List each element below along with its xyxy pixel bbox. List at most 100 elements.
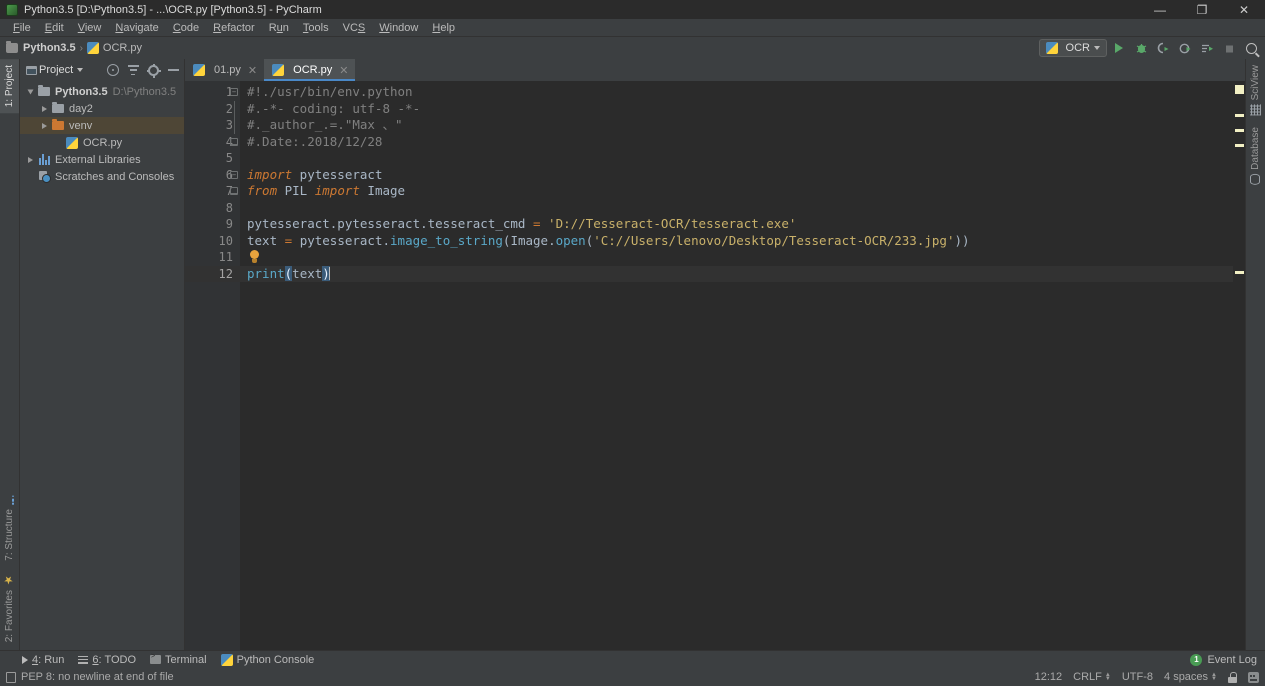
run-with-console-icon[interactable] bbox=[1197, 39, 1217, 57]
debug-icon[interactable] bbox=[1131, 39, 1151, 57]
sidebar-item-database[interactable]: Database bbox=[1247, 121, 1264, 191]
fold-region-end-icon[interactable] bbox=[228, 183, 240, 200]
menu-help[interactable]: Help bbox=[425, 19, 462, 37]
line-separator-label: CRLF bbox=[1073, 671, 1102, 683]
code-line-12: print(text) bbox=[240, 265, 1233, 282]
inspection-icon bbox=[6, 671, 16, 683]
expand-arrow-icon[interactable] bbox=[24, 156, 37, 163]
sidebar-item-project[interactable]: 1: Project bbox=[0, 59, 19, 114]
editor-marker-bar[interactable] bbox=[1233, 81, 1245, 650]
sidebar-item-sciview[interactable]: SciView bbox=[1247, 59, 1264, 121]
lock-icon[interactable] bbox=[1228, 671, 1237, 683]
warning-marker[interactable] bbox=[1235, 129, 1244, 132]
menu-navigate[interactable]: Navigate bbox=[108, 19, 165, 37]
menu-vcs[interactable]: VCS bbox=[336, 19, 373, 37]
tool-window-python-console[interactable]: Python Console bbox=[220, 653, 314, 666]
tree-item-day2[interactable]: day2 bbox=[20, 100, 184, 117]
code-token-keyword: import bbox=[314, 183, 360, 198]
stop-icon[interactable] bbox=[1219, 39, 1239, 57]
indent-selector[interactable]: 4 spaces ▲ ▼ bbox=[1164, 671, 1217, 683]
profile-icon[interactable] bbox=[1175, 39, 1195, 57]
line-number: 10 bbox=[218, 233, 233, 248]
terminal-icon bbox=[150, 653, 162, 664]
folder-orange-icon bbox=[51, 119, 65, 133]
search-everywhere-icon[interactable] bbox=[1241, 39, 1261, 57]
breadcrumb-project[interactable]: Python3.5 bbox=[23, 42, 76, 54]
menu-tools[interactable]: Tools bbox=[296, 19, 336, 37]
tool-window-run[interactable]: 4: Run bbox=[22, 654, 64, 666]
tree-item-ocr-py[interactable]: OCR.py bbox=[20, 134, 184, 151]
editor-area: 01.py ✕ OCR.py ✕ 1 2 3 4 5 6 7 8 9 10 11… bbox=[185, 59, 1245, 650]
tree-item-scratches-and-consoles[interactable]: Scratches and Consoles bbox=[20, 168, 184, 185]
expand-arrow-icon[interactable] bbox=[24, 89, 37, 95]
code-token-module: Image bbox=[359, 183, 406, 198]
fold-region-start-icon[interactable]: − bbox=[228, 84, 240, 101]
code-token-paren: )) bbox=[954, 232, 970, 248]
status-bar-right: 12:12 CRLF ▲ ▼ UTF-8 4 spaces ▲ ▼ bbox=[1035, 671, 1259, 683]
code-token-argument: text bbox=[292, 265, 323, 281]
scratches-icon bbox=[37, 170, 51, 184]
close-icon[interactable]: ✕ bbox=[248, 64, 257, 77]
menu-view[interactable]: View bbox=[71, 19, 109, 37]
expand-arrow-icon[interactable] bbox=[38, 105, 51, 112]
code-token-function: print bbox=[247, 265, 285, 281]
editor-gutter[interactable]: 1 2 3 4 5 6 7 8 9 10 11 12 − − bbox=[185, 81, 240, 650]
python-file-icon bbox=[272, 64, 285, 76]
sidebar-item-structure[interactable]: 7: Structure bbox=[1, 490, 18, 567]
fold-line bbox=[228, 117, 240, 134]
fold-region-start-icon[interactable]: − bbox=[228, 167, 240, 184]
menu-code[interactable]: Code bbox=[166, 19, 206, 37]
fold-region-end-icon[interactable] bbox=[228, 134, 240, 151]
inspection-summary-marker[interactable] bbox=[1234, 84, 1245, 95]
tree-item-python35[interactable]: Python3.5 D:\Python3.5 bbox=[20, 83, 184, 100]
python-file-icon bbox=[65, 136, 79, 150]
database-icon bbox=[1250, 174, 1261, 186]
warning-marker[interactable] bbox=[1235, 114, 1244, 117]
caret-position[interactable]: 12:12 bbox=[1035, 671, 1063, 683]
minimize-button[interactable]: — bbox=[1139, 0, 1181, 19]
pycharm-icon bbox=[6, 3, 18, 16]
tool-window-todo[interactable]: 6: TODO bbox=[78, 654, 136, 666]
encoding-selector[interactable]: UTF-8 bbox=[1122, 671, 1153, 683]
folder-icon bbox=[6, 41, 18, 53]
run-coverage-icon[interactable] bbox=[1153, 39, 1173, 57]
run-icon[interactable] bbox=[1109, 39, 1129, 57]
run-configuration-selector[interactable]: OCR bbox=[1038, 39, 1107, 57]
close-button[interactable]: ✕ bbox=[1223, 0, 1265, 19]
lightbulb-icon[interactable] bbox=[249, 250, 260, 263]
project-panel-header: Project bbox=[20, 59, 184, 81]
folder-icon bbox=[51, 102, 65, 116]
tree-item-external-libraries[interactable]: External Libraries bbox=[20, 151, 184, 168]
tool-window-terminal[interactable]: Terminal bbox=[150, 653, 207, 666]
settings-icon[interactable] bbox=[144, 61, 162, 79]
close-icon[interactable]: ✕ bbox=[339, 64, 348, 77]
chevron-down-icon[interactable] bbox=[77, 68, 84, 72]
event-log-button[interactable]: 1 Event Log bbox=[1190, 653, 1257, 666]
maximize-button[interactable]: ❐ bbox=[1181, 0, 1223, 19]
text-caret bbox=[328, 266, 330, 280]
menu-refactor[interactable]: Refactor bbox=[206, 19, 262, 37]
structure-icon bbox=[5, 496, 15, 506]
robot-icon[interactable] bbox=[1248, 671, 1259, 683]
menu-window[interactable]: Window bbox=[372, 19, 425, 37]
tree-item-venv[interactable]: venv bbox=[20, 117, 184, 134]
warning-marker[interactable] bbox=[1235, 271, 1244, 274]
hide-icon[interactable] bbox=[164, 61, 182, 79]
menu-edit[interactable]: Edit bbox=[38, 19, 71, 37]
code-token-comment: #._author_.=."Max 、" bbox=[247, 117, 403, 132]
tab-ocr-py[interactable]: OCR.py ✕ bbox=[264, 59, 356, 81]
breadcrumb-file[interactable]: OCR.py bbox=[103, 42, 142, 54]
run-icon bbox=[22, 655, 28, 664]
expand-arrow-icon[interactable] bbox=[38, 122, 51, 129]
code-content[interactable]: #!./usr/bin/env.python #.-*- coding: utf… bbox=[240, 81, 1233, 650]
code-token-operator: = bbox=[532, 216, 541, 231]
warning-marker[interactable] bbox=[1235, 144, 1244, 147]
collapse-all-icon[interactable] bbox=[124, 61, 142, 79]
tab-01-py[interactable]: 01.py ✕ bbox=[185, 59, 265, 81]
menu-file[interactable]: File bbox=[6, 19, 38, 37]
event-log-count: 1 bbox=[1190, 653, 1203, 666]
sidebar-item-favorites[interactable]: 2: Favorites ★ bbox=[1, 567, 18, 648]
menu-run[interactable]: Run bbox=[262, 19, 296, 37]
line-separator-selector[interactable]: CRLF ▲ ▼ bbox=[1073, 671, 1111, 683]
locate-icon[interactable] bbox=[104, 61, 122, 79]
